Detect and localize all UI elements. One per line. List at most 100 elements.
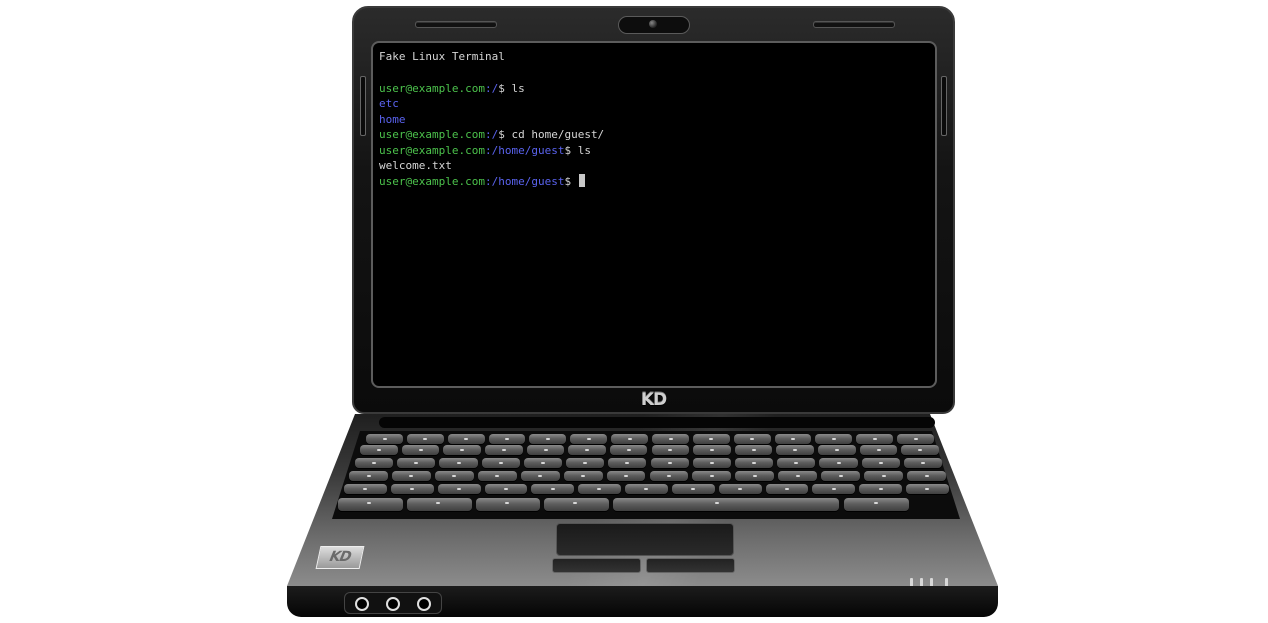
keyboard-key (437, 484, 481, 494)
keyboard-key (774, 434, 812, 444)
keyboard-key (734, 458, 774, 468)
keyboard-key (563, 471, 603, 481)
keyboard-key (692, 434, 730, 444)
keyboard-key (897, 434, 934, 444)
lid-rail-left (360, 76, 366, 136)
keyboard-key (570, 434, 608, 444)
keyboard-key (611, 434, 648, 444)
audio-jack-icon (386, 597, 400, 611)
keyboard-key (366, 434, 403, 444)
keyboard-key (765, 484, 809, 494)
prompt-user: user@example.com (379, 128, 485, 141)
keyboard-key (856, 434, 894, 444)
keyboard-key (613, 498, 840, 511)
keyboard-key (355, 458, 394, 468)
speaker-grille-left (415, 21, 497, 28)
keyboard-key (901, 445, 939, 455)
keyboard-key (625, 484, 668, 494)
keyboard-key (406, 498, 472, 511)
keyboard-key (447, 434, 485, 444)
keyboard-key (733, 434, 771, 444)
prompt-symbol: $ (564, 143, 578, 157)
keyboard-key (606, 471, 646, 481)
keyboard-key (735, 471, 775, 481)
keyboard-key (649, 471, 689, 481)
audio-jack-icon (417, 597, 431, 611)
keyboard-key (608, 458, 647, 468)
keyboard-key (815, 434, 853, 444)
keyboard-key (401, 445, 440, 455)
keyboard-key (344, 484, 387, 494)
prompt-command: cd home/guest/ (511, 128, 605, 141)
prompt-symbol: $ (498, 81, 512, 95)
keyboard-key (906, 484, 949, 494)
keyboard-key (439, 458, 478, 468)
terminal-active-prompt[interactable]: user@example.com:/home/guest$ (379, 173, 929, 190)
terminal-screen[interactable]: Fake Linux Terminal user@example.com:/$ … (371, 41, 937, 388)
keyboard-key (671, 484, 715, 494)
keyboard-key (650, 458, 689, 468)
keyboard-key (578, 484, 622, 494)
keyboard-key (718, 484, 762, 494)
prompt-path: :/home/guest (484, 143, 565, 157)
terminal-title: Fake Linux Terminal (379, 50, 505, 63)
webcam-lens (649, 20, 657, 28)
keyboard-key (529, 434, 567, 444)
base-logo-badge: KD (315, 546, 365, 569)
keyboard-key (864, 471, 904, 481)
webcam-icon (618, 16, 690, 34)
terminal-output-line: home (379, 112, 406, 126)
hinge (379, 417, 935, 428)
keyboard-key (531, 484, 575, 494)
touchpad-left-button (552, 558, 641, 573)
keyboard-key (520, 471, 560, 481)
speaker-grille-right (813, 21, 895, 28)
prompt-symbol: $ (498, 128, 512, 141)
terminal-output-line: welcome.txt (379, 159, 452, 172)
keyboard-key (693, 445, 731, 455)
keyboard-key (692, 471, 732, 481)
lid-logo: KD (640, 390, 667, 410)
keyboard-key (652, 434, 689, 444)
prompt-path: :/home/guest (484, 174, 565, 188)
keyboard-key (544, 498, 610, 511)
terminal-output[interactable]: Fake Linux Terminal user@example.com:/$ … (379, 49, 929, 189)
keyboard-key (734, 445, 773, 455)
keyboard-key (338, 498, 403, 511)
prompt-command: ls (577, 143, 591, 157)
keyboard-key (859, 484, 903, 494)
keyboard-key (443, 445, 481, 455)
keyboard-key (477, 471, 517, 481)
prompt-user: user@example.com (379, 81, 485, 95)
keyboard-key (651, 445, 690, 455)
keyboard-key (434, 471, 474, 481)
terminal-prompt-line: user@example.com:/$ cd home/guest/ (379, 127, 929, 143)
keyboard-key (484, 484, 528, 494)
prompt-command: ls (511, 81, 525, 95)
prompt-path: :/ (484, 81, 499, 95)
keyboard-key (391, 471, 431, 481)
keyboard-key (488, 434, 526, 444)
keyboard-key (907, 471, 946, 481)
keyboard-key (861, 458, 900, 468)
terminal-prompt-line: user@example.com:/$ ls (379, 81, 929, 97)
prompt-symbol: $ (564, 174, 578, 188)
keyboard-key (903, 458, 942, 468)
keyboard-key (609, 445, 648, 455)
text-cursor (578, 173, 585, 187)
prompt-path: :/ (484, 128, 499, 141)
terminal-output-line: etc (379, 97, 399, 110)
lid-rail-right (941, 76, 947, 136)
keyboard-key (566, 458, 605, 468)
keyboard-key (859, 445, 898, 455)
keyboard-key (844, 498, 910, 511)
keyboard-key (397, 458, 436, 468)
touchpad (556, 523, 734, 556)
keyboard-key (523, 458, 563, 468)
keyboard-key (692, 458, 731, 468)
audio-jack-icon (355, 597, 369, 611)
keyboard-key (526, 445, 565, 455)
keyboard-key (475, 498, 541, 511)
touchpad-right-button (646, 558, 735, 573)
laptop-lid: Fake Linux Terminal user@example.com:/$ … (352, 6, 955, 414)
